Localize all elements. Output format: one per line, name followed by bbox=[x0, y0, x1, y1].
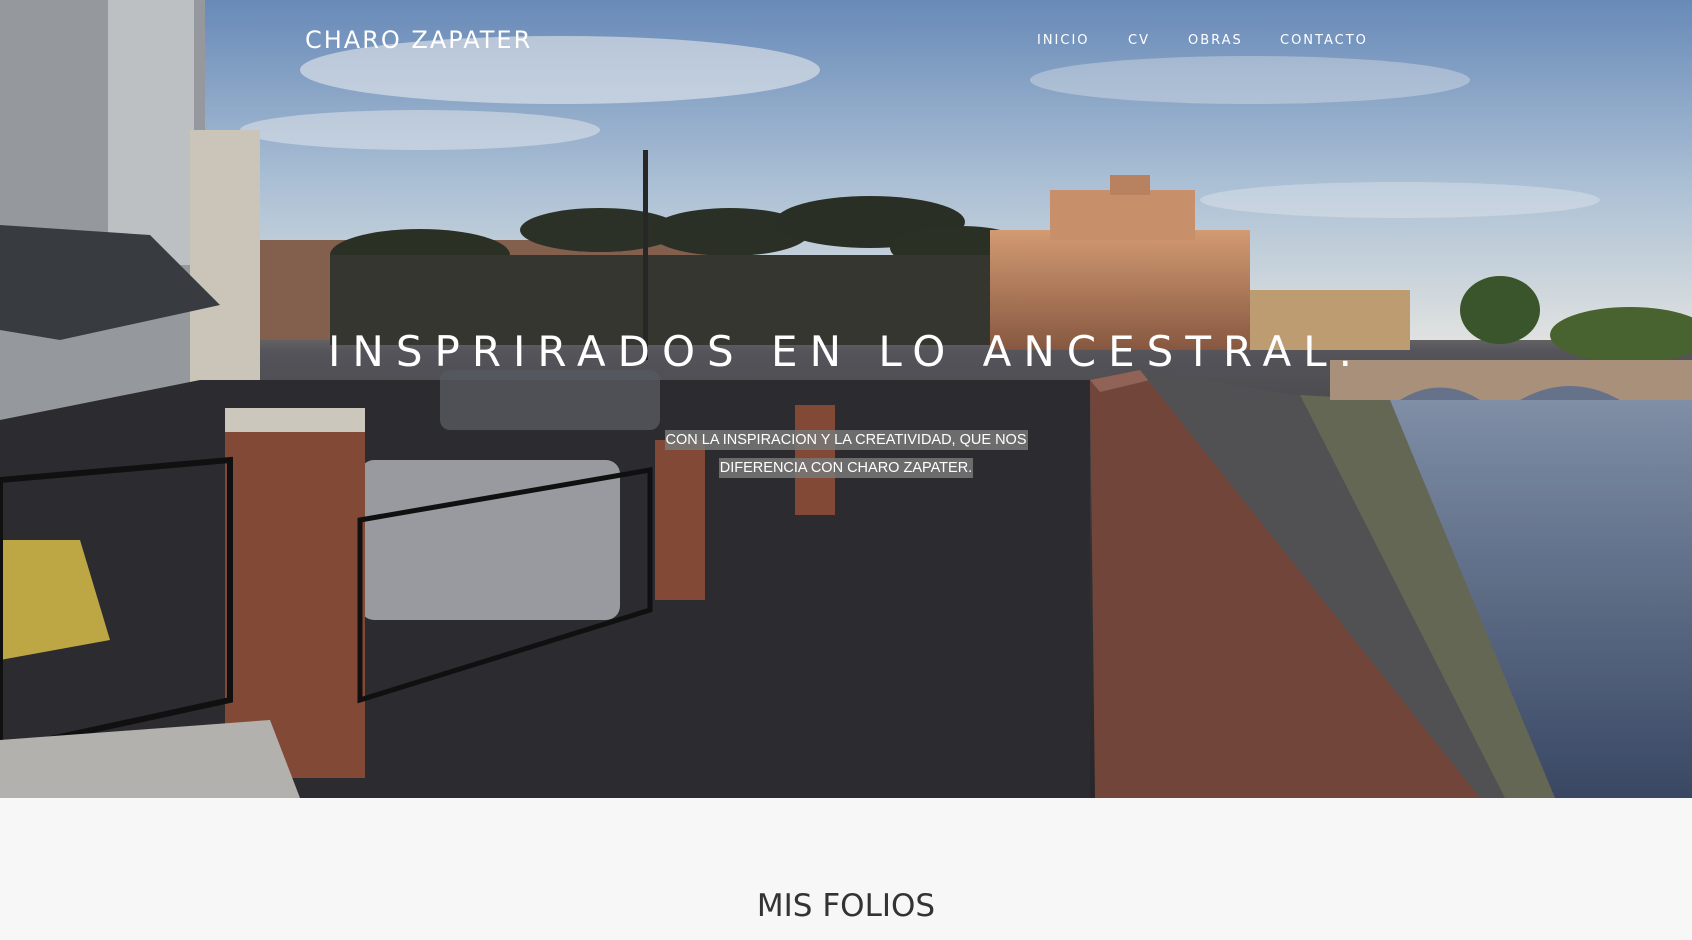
main-nav: INICIO CV OBRAS CONTACTO bbox=[0, 33, 1692, 53]
nav-item-contacto[interactable]: CONTACTO bbox=[1280, 33, 1368, 48]
nav-item-cv[interactable]: CV bbox=[1128, 33, 1150, 48]
hero-overlay bbox=[0, 0, 1692, 798]
nav-item-obras[interactable]: OBRAS bbox=[1188, 33, 1243, 48]
hero-banner: CHARO ZAPATER INICIO CV OBRAS CONTACTO I… bbox=[0, 0, 1692, 798]
nav-item-inicio[interactable]: INICIO bbox=[1037, 33, 1090, 48]
hero-subtitle: CON LA INSPIRACION Y LA CREATIVIDAD, QUE… bbox=[0, 426, 1692, 482]
hero-subtitle-text: CON LA INSPIRACION Y LA CREATIVIDAD, QUE… bbox=[664, 430, 1028, 478]
hero-headline: INSPRIRADOS EN LO ANCESTRAL. bbox=[328, 327, 1364, 376]
section-title-mis-folios: MIS FOLIOS bbox=[756, 888, 936, 924]
